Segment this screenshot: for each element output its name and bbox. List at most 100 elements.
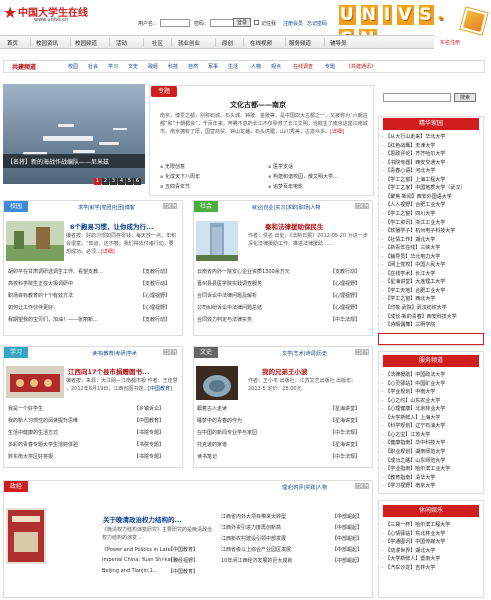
service-item[interactable]: 【心之宝】江苏大学	[382, 431, 430, 438]
nav-community[interactable]: 社区	[152, 39, 163, 47]
nav-campus-news[interactable]: 校园资讯	[36, 39, 58, 47]
society-list-item-category[interactable]: 【心理视野】	[330, 292, 360, 299]
fine-home-item[interactable]: 【学工之窗】四川大学	[382, 210, 435, 217]
fine-home-item[interactable]: 【学工之家】中国地质大学（武汉）	[382, 184, 465, 191]
fine-home-item[interactable]: 【学工之窗】上海工程大学	[382, 176, 445, 183]
society-headline[interactable]: 秦和法律援助保民生	[265, 221, 324, 231]
channel-item[interactable]: 生活	[228, 63, 238, 70]
service-item[interactable]: 【学业规划】中南大学	[382, 388, 435, 395]
study-list-item-category[interactable]: 【书院专题】	[134, 441, 164, 448]
fun-item[interactable]: 【学通图讯】中国传媒大学	[382, 538, 445, 545]
nav-counselor[interactable]: 辅导员	[330, 39, 347, 47]
fine-home-item[interactable]: 【人人视野】合肥工业大学	[382, 201, 445, 208]
nav-campus-channel[interactable]: 校园频道	[75, 39, 97, 47]
society-list-item-title[interactable]: 公司纠纷诉讼中法律问题总结	[197, 304, 262, 311]
fine-home-item[interactable]: 【成长·新的青春】西安科技大学	[382, 313, 457, 320]
culture-tag[interactable]: 文史	[194, 347, 218, 358]
politics-subnav[interactable]: 理论|时评|实践|人物	[282, 484, 327, 491]
politics-right-item-title[interactable]: 江西省级以上综合产业园区发展	[221, 546, 291, 553]
campus-list-item-category[interactable]: 【支教行动】	[140, 280, 170, 287]
politics-left-item-title[interactable]: Imperial China: Yuan Shi-kai in	[102, 557, 178, 563]
register-link[interactable]: 注册会员	[283, 20, 303, 27]
special-bullet[interactable]: 化成天下八周年	[160, 173, 200, 180]
hero-page-2[interactable]: 2	[102, 178, 109, 185]
channel-item[interactable]: 人物	[251, 63, 261, 70]
culture-subnav[interactable]: 文学|艺术|诗词|历史	[282, 350, 327, 357]
campus-subnav[interactable]: 求学|就学|党团|社团|博客	[78, 204, 135, 211]
politics-left-item-title[interactable]: Beijing and Tianjin,1...	[102, 568, 158, 574]
service-item[interactable]: 【健康指南】华中科技大学	[382, 439, 445, 446]
special-bullet[interactable]: 追梦百年电影	[268, 183, 303, 190]
campus-headline[interactable]: 6个殿易习惯，让你成为行...	[70, 221, 153, 231]
fine-home-item[interactable]: 【青春心语】河北大学	[382, 167, 435, 174]
fine-home-item[interactable]: 【软播学子】杭州电子科技大学	[382, 227, 455, 234]
nav-employment[interactable]: 就业创业	[178, 39, 200, 47]
channel-item[interactable]: 自然	[188, 63, 198, 70]
politics-more-button[interactable]: MORE	[355, 483, 369, 489]
campus-list-item-title[interactable]: 胡卯平在甘肃调研选调生工作、看望支教...	[8, 268, 103, 275]
campus-list-item-category[interactable]: 【支教行动】	[140, 268, 170, 275]
channel-item[interactable]: 专题	[325, 63, 335, 70]
campus-list-item-category[interactable]: 【心理视野】	[140, 292, 170, 299]
society-list-item-category[interactable]: 【心理视野】	[330, 304, 360, 311]
hero-page-6[interactable]: 6	[134, 178, 141, 185]
service-item[interactable]: 【心之约】山东农业大学	[382, 397, 440, 404]
study-list-item-category[interactable]: 【书院专题】	[134, 429, 164, 436]
culture-headline[interactable]: 我的兄弟王小波	[262, 366, 308, 376]
nav-service[interactable]: 服务频道	[289, 39, 311, 47]
society-tag[interactable]: 社会	[194, 201, 218, 212]
campus-list-item-category[interactable]: 【心理视野】	[140, 304, 170, 311]
channel-item[interactable]: 科技	[168, 63, 178, 70]
service-item[interactable]: 【职业规划】湖南师范大学	[382, 448, 445, 455]
service-item[interactable]: 【学业指南】哈尔滨工业大学	[382, 465, 450, 472]
service-item[interactable]: 【心理健康】北京林业大学	[382, 405, 445, 412]
fine-home-item[interactable]: 【红色战鹰】天津大学	[382, 142, 435, 149]
nav-home[interactable]: 首页	[7, 39, 18, 47]
study-list-item-category[interactable]: 【书院专题】	[134, 453, 164, 460]
fun-item[interactable]: 【汽车沙龙】吉林大学	[382, 564, 435, 571]
nav-video[interactable]: 在线视频	[250, 39, 272, 47]
special-bullet[interactable]: 医学支话	[268, 163, 293, 170]
service-item[interactable]: 【科学规划】辽宁石油大学	[382, 422, 445, 429]
culture-list-item-title[interactable]: 睡梦中的青春的作为	[197, 417, 242, 424]
fine-home-item[interactable]: 【从大行山走来】华北大学	[382, 133, 445, 140]
politics-left-item-category[interactable]: 【政经视野】	[168, 557, 198, 564]
culture-more-button[interactable]: MORE	[355, 349, 369, 355]
fine-home-item[interactable]: 【新青年在线】三峡大学	[382, 244, 440, 251]
fine-home-item[interactable]: 【学工之窗】西北大学	[382, 295, 435, 302]
service-item[interactable]: 【大学新鲜人】上海大学	[382, 414, 440, 421]
special-bullet[interactable]: 构建和谐校园，散文明大学...	[268, 173, 338, 180]
study-tag[interactable]: 学习	[4, 347, 28, 358]
study-list-item-category[interactable]: 【乡镇诉讼】	[134, 405, 164, 412]
service-item[interactable]: 【成功之路】山东师范大学	[382, 457, 445, 464]
politics-right-item-title[interactable]: 江西新农村建设引领中部发展	[221, 535, 286, 542]
nav-original[interactable]: 原创	[222, 39, 233, 47]
study-list-item-title[interactable]: 我是一个好学生	[8, 405, 43, 412]
channel-item[interactable]: 文史	[128, 63, 138, 70]
culture-list-item-category[interactable]: 【星海讲堂】	[330, 417, 360, 424]
study-list-item-category[interactable]: 【中国教育】	[134, 417, 164, 424]
fun-item[interactable]: 【动漫世界】湖北大学	[382, 547, 435, 554]
hero-caption[interactable]: 【名将】新的海战作战编队——尼米兹	[3, 154, 145, 168]
society-list-item-title[interactable]: 合同效力判定与法律实务	[197, 316, 252, 323]
hero-page-5[interactable]: 5	[126, 178, 133, 185]
channel-item[interactable]: 社会	[88, 63, 98, 70]
service-item[interactable]: 【法律援助】中国政法大学	[382, 371, 445, 378]
hero-page-1[interactable]: 1	[94, 178, 101, 185]
campus-list-item-title[interactable]: 职场目标教育的十个有效方法	[8, 292, 73, 299]
forgot-password-link[interactable]: 忘记密码	[307, 20, 327, 27]
culture-thumb[interactable]	[196, 366, 238, 400]
campus-more-button[interactable]: MORE	[163, 203, 177, 209]
channel-item[interactable]: 在线调查	[293, 63, 313, 70]
culture-list-item-category[interactable]: 【星海讲堂】	[330, 441, 360, 448]
fun-item[interactable]: 【大学新鲜人】暨南大学	[382, 555, 440, 562]
politics-thumb[interactable]	[6, 508, 46, 564]
fine-home-item[interactable]: 【网上党校】中国人民大学	[382, 261, 445, 268]
fine-home-item[interactable]: 【辅导员】华北电力大学	[382, 253, 440, 260]
fine-home-item[interactable]: 【学工天地】合肥工业大学	[382, 287, 445, 294]
brand-subtitle[interactable]: 实名注册	[440, 39, 460, 46]
campus-list-item-category[interactable]: 【支教行动】	[140, 316, 170, 323]
fine-home-item[interactable]: 【印象·武院】武汉纺织大学	[382, 304, 447, 311]
search-button[interactable]: 搜索	[454, 93, 476, 102]
society-list-item-category[interactable]: 【中华法规】	[330, 316, 360, 323]
